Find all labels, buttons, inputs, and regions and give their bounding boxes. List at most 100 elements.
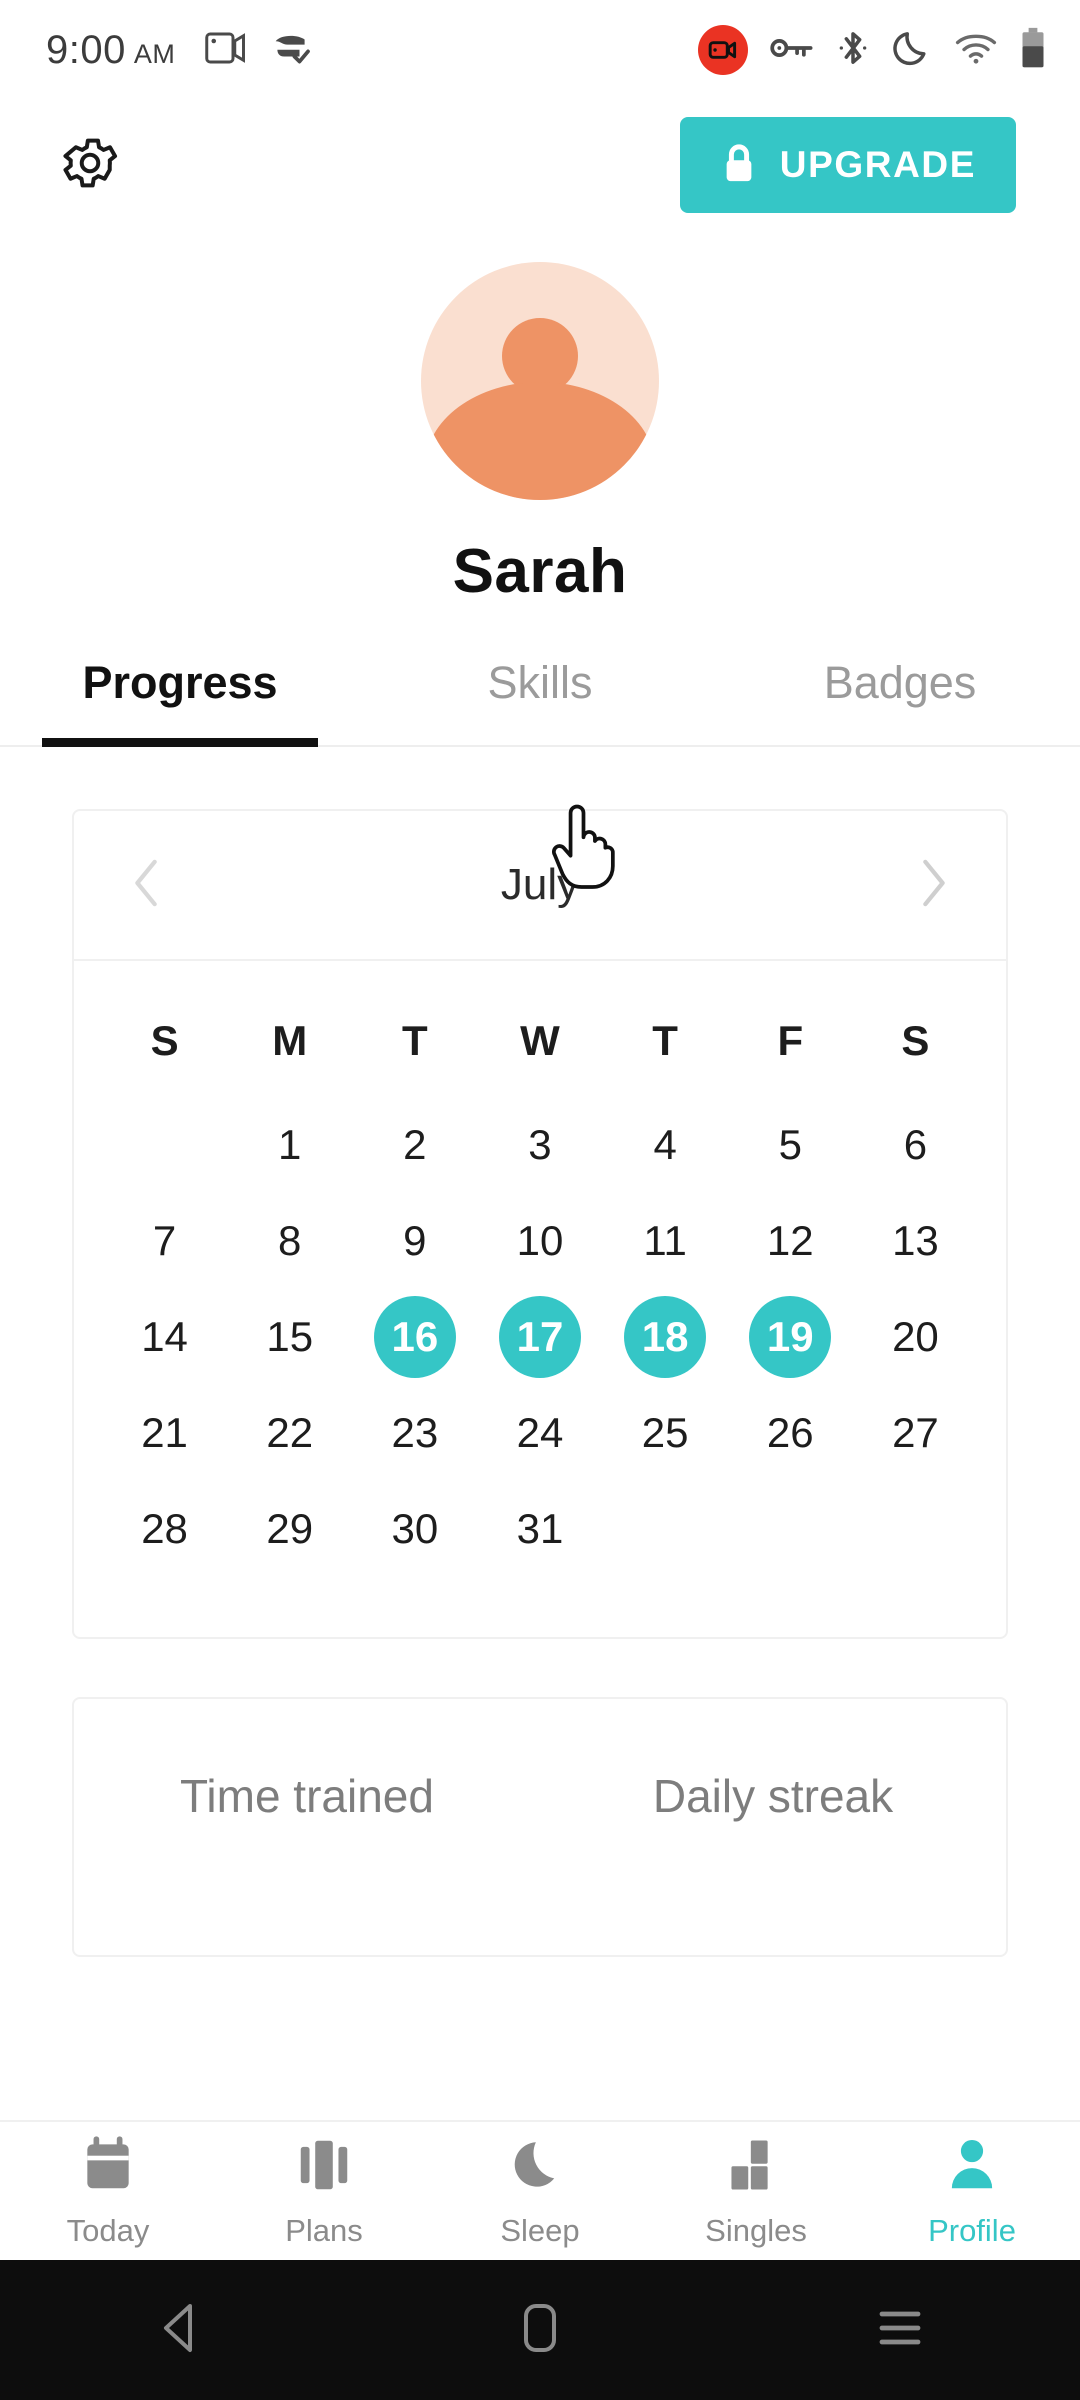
calendar-day-cell[interactable]: 21 — [102, 1385, 227, 1481]
profile-tabs: Progress Skills Badges — [0, 657, 1080, 747]
calendar-day-cell[interactable]: 9 — [352, 1193, 477, 1289]
nav-item-sleep[interactable]: Sleep — [432, 2134, 648, 2249]
nav-label: Plans — [285, 2212, 363, 2248]
lock-icon — [720, 141, 758, 190]
calendar-day[interactable]: 23 — [374, 1392, 456, 1474]
calendar-day-cell[interactable]: 31 — [477, 1481, 602, 1577]
calendar-day-cell[interactable]: 8 — [227, 1193, 352, 1289]
bottom-navigation: Today Plans Sleep Singles Profile — [0, 2120, 1080, 2260]
settings-button[interactable] — [54, 129, 126, 201]
calendar-day-cell[interactable]: 28 — [102, 1481, 227, 1577]
tab-progress[interactable]: Progress — [0, 657, 360, 747]
android-recents-button[interactable] — [840, 2270, 960, 2390]
profile-header: Sarah — [0, 230, 1080, 607]
calendar-day-cell[interactable]: 5 — [728, 1097, 853, 1193]
tab-skills[interactable]: Skills — [360, 657, 720, 745]
calendar-day-cell[interactable]: 11 — [603, 1193, 728, 1289]
status-right-icons — [698, 25, 1046, 75]
calendar-day-cell[interactable]: 29 — [227, 1481, 352, 1577]
calendar-day-cell[interactable]: 15 — [227, 1289, 352, 1385]
upgrade-button[interactable]: UPGRADE — [679, 117, 1016, 213]
calendar-day-cell[interactable]: 10 — [477, 1193, 602, 1289]
calendar-day[interactable]: 13 — [874, 1200, 956, 1282]
calendar-day-cell[interactable]: 17 — [477, 1289, 602, 1385]
calendar-day-cell[interactable]: 18 — [603, 1289, 728, 1385]
vpn-key-icon — [770, 35, 814, 66]
calendar-empty-cell — [603, 1481, 728, 1577]
calendar-day-cell[interactable]: 30 — [352, 1481, 477, 1577]
tab-badges[interactable]: Badges — [720, 657, 1080, 745]
calendar-day[interactable]: 11 — [624, 1200, 706, 1282]
calendar-day-cell[interactable]: 22 — [227, 1385, 352, 1481]
calendar-day-cell[interactable]: 24 — [477, 1385, 602, 1481]
calendar-day[interactable]: 20 — [874, 1296, 956, 1378]
calendar-day[interactable]: 28 — [124, 1488, 206, 1570]
calendar-day-cell[interactable]: 13 — [853, 1193, 978, 1289]
calendar-day-cell[interactable]: 19 — [728, 1289, 853, 1385]
calendar-day-cell[interactable]: 4 — [603, 1097, 728, 1193]
calendar-day[interactable]: 12 — [749, 1200, 831, 1282]
calendar-day[interactable]: 4 — [624, 1104, 706, 1186]
calendar-day[interactable]: 24 — [499, 1392, 581, 1474]
calendar-day-cell[interactable]: 2 — [352, 1097, 477, 1193]
calendar-prev-button[interactable] — [120, 858, 174, 912]
calendar-day[interactable]: 1 — [249, 1104, 331, 1186]
android-back-button[interactable] — [120, 2270, 240, 2390]
calendar-day[interactable]: 30 — [374, 1488, 456, 1570]
status-bar: 9:00 AM — [0, 0, 1080, 100]
profile-content: July S M T W T F S 1 2 3 4 5 6 7 8 9 10 … — [0, 809, 1080, 1957]
calendar-day[interactable]: 10 — [499, 1200, 581, 1282]
calendar-day[interactable]: 9 — [374, 1200, 456, 1282]
nav-item-plans[interactable]: Plans — [216, 2134, 432, 2249]
calendar-day[interactable]: 6 — [874, 1104, 956, 1186]
android-navigation-bar — [0, 2260, 1080, 2400]
nav-item-singles[interactable]: Singles — [648, 2134, 864, 2249]
bluetooth-icon — [836, 28, 870, 73]
calendar-day[interactable]: 22 — [249, 1392, 331, 1474]
calendar-day-cell[interactable]: 3 — [477, 1097, 602, 1193]
calendar-day-cell[interactable]: 16 — [352, 1289, 477, 1385]
calendar-day[interactable]: 5 — [749, 1104, 831, 1186]
calendar-day-cell[interactable]: 1 — [227, 1097, 352, 1193]
calendar-day-cell[interactable]: 12 — [728, 1193, 853, 1289]
calendar-day-selected[interactable]: 16 — [373, 1296, 456, 1378]
calendar-day[interactable]: 25 — [624, 1392, 706, 1474]
stat-label: Time trained — [180, 1770, 434, 1822]
calendar-weekday-row: S M T W T F S — [102, 995, 978, 1097]
calendar-grid: S M T W T F S 1 2 3 4 5 6 7 8 9 10 11 12 13 14 15 16 17 1… — [102, 995, 978, 1577]
calendar-day-cell[interactable]: 20 — [853, 1289, 978, 1385]
calendar-week-row: 123456 — [102, 1097, 978, 1193]
upgrade-button-label: UPGRADE — [779, 144, 976, 185]
calendar-day[interactable]: 21 — [124, 1392, 206, 1474]
calendar-day[interactable]: 15 — [249, 1296, 331, 1378]
calendar-day-selected[interactable]: 18 — [624, 1296, 707, 1378]
stat-daily-streak: Daily streak — [540, 1769, 1006, 1955]
calendar-day-cell[interactable]: 6 — [853, 1097, 978, 1193]
weekday-header: M — [272, 1017, 308, 1064]
calendar-day[interactable]: 31 — [499, 1488, 581, 1570]
calendar-day-selected[interactable]: 19 — [749, 1296, 832, 1378]
status-time-value: 9:00 — [46, 27, 126, 72]
status-time-ampm: AM — [133, 38, 176, 69]
calendar-day-cell[interactable]: 26 — [728, 1385, 853, 1481]
nav-item-profile[interactable]: Profile — [864, 2134, 1080, 2249]
calendar-day-cell[interactable]: 7 — [102, 1193, 227, 1289]
calendar-next-button[interactable] — [906, 858, 960, 912]
calendar-day[interactable]: 27 — [874, 1392, 956, 1474]
calendar-day[interactable]: 3 — [499, 1104, 581, 1186]
calendar-day-cell[interactable]: 27 — [853, 1385, 978, 1481]
calendar-day[interactable]: 26 — [749, 1392, 831, 1474]
calendar-day[interactable]: 7 — [124, 1200, 206, 1282]
calendar-day[interactable]: 8 — [249, 1200, 331, 1282]
avatar[interactable] — [421, 262, 659, 500]
calendar-day[interactable]: 2 — [374, 1104, 456, 1186]
calendar-day-cell[interactable]: 23 — [352, 1385, 477, 1481]
nav-item-today[interactable]: Today — [0, 2134, 216, 2249]
calendar-day[interactable]: 29 — [249, 1488, 331, 1570]
calendar-day[interactable]: 14 — [124, 1296, 206, 1378]
calendar-day-selected[interactable]: 17 — [498, 1296, 581, 1378]
calendar-day-cell[interactable]: 14 — [102, 1289, 227, 1385]
android-home-button[interactable] — [480, 2270, 600, 2390]
calendar-day-cell[interactable]: 25 — [603, 1385, 728, 1481]
calendar-week-row: 14 15 16 17 18 19 20 — [102, 1289, 978, 1385]
